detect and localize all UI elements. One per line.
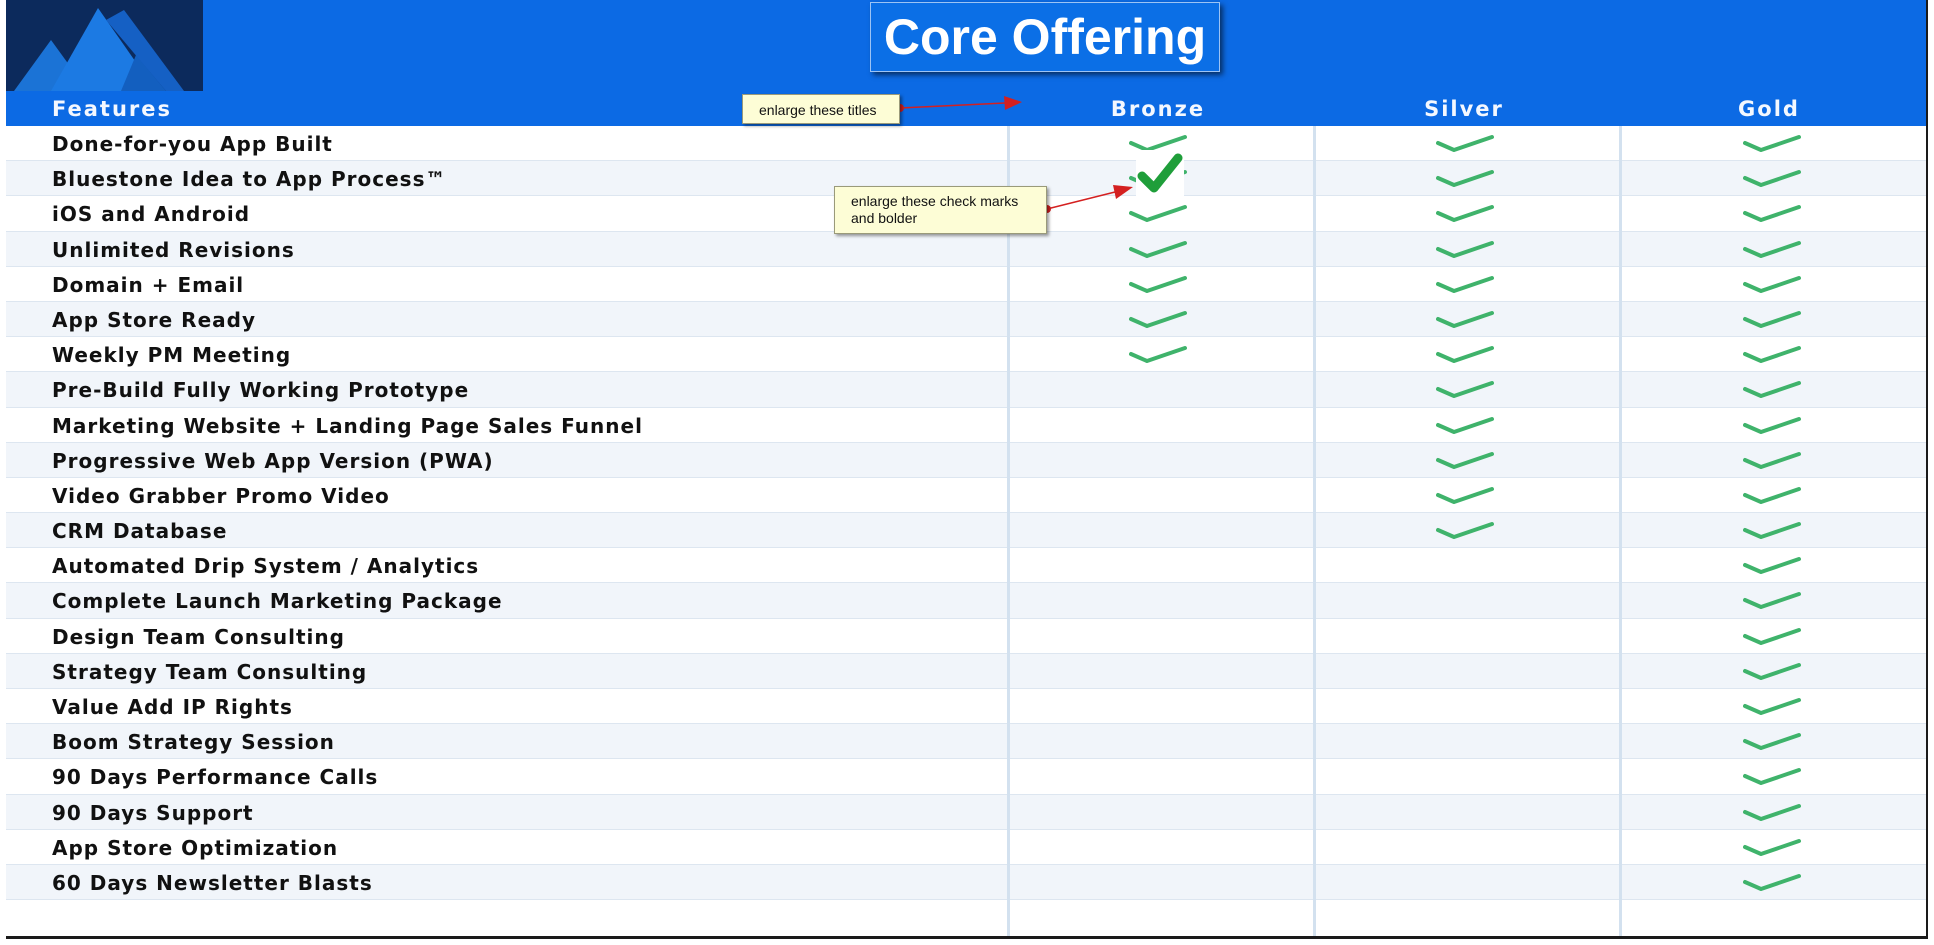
callout-enlarge-checks: enlarge these check marks and bolder [834, 186, 1047, 234]
callout-text-line: enlarge these check marks [851, 193, 1019, 209]
callout-arrows [896, 96, 1133, 213]
callout-text-line: and bolder [851, 210, 918, 226]
callout-enlarge-titles: enlarge these titles [742, 94, 900, 124]
